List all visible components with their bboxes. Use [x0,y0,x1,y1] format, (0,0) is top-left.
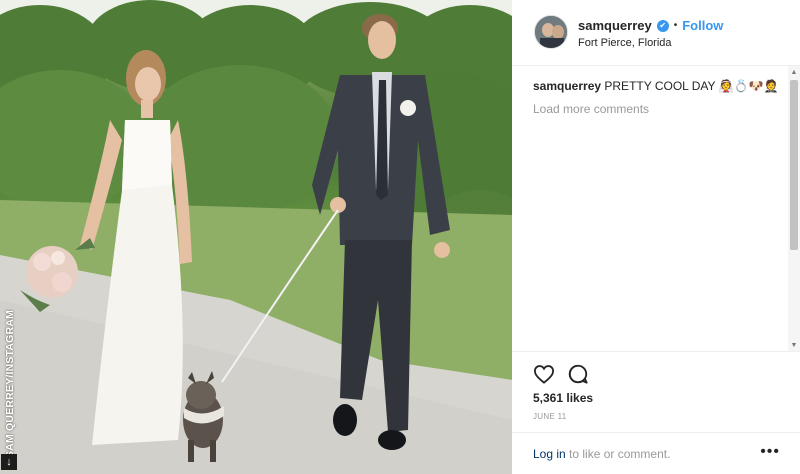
separator-dot: • [673,20,678,31]
post-sidebar: samquerrey ✔ • Follow Fort Pierce, Flori… [512,0,800,474]
location-link[interactable]: Fort Pierce, Florida [578,37,672,49]
login-prompt: Log in to like or comment. ••• [512,432,800,474]
wedding-scene [0,0,512,474]
post-header: samquerrey ✔ • Follow Fort Pierce, Flori… [512,0,800,66]
more-options-icon[interactable]: ••• [760,443,780,461]
comment-username[interactable]: samquerrey [533,79,601,93]
scroll-up-arrow-icon[interactable]: ▲ [788,66,800,78]
broadcaster-logo-icon: ↓ [1,454,17,470]
scroll-thumb[interactable] [790,80,798,250]
likes-count[interactable]: 5,361 likes [533,391,593,405]
username-link[interactable]: samquerrey [578,18,652,33]
comment-text: PRETTY COOL DAY 👰💍🐶🤵 [604,79,779,93]
comments-scrollbar[interactable]: ▲ ▼ [788,66,800,351]
verified-badge-icon: ✔ [656,19,669,32]
follow-button[interactable]: Follow [682,18,723,33]
caption-comment: samquerrey PRETTY COOL DAY 👰💍🐶🤵 [533,78,783,94]
post-photo[interactable]: SAM QUERREY/INSTAGRAM ↓ [0,0,512,474]
login-suffix-text: to like or comment. [569,447,671,461]
load-more-comments-button[interactable]: Load more comments [533,101,783,117]
heart-icon[interactable] [532,362,556,386]
comments-section: samquerrey PRETTY COOL DAY 👰💍🐶🤵 Load mor… [533,78,783,117]
login-link[interactable]: Log in [533,447,566,461]
post-actions: 5,361 likes JUNE 11 Log in to like or co… [512,351,800,474]
post-date[interactable]: JUNE 11 [533,412,567,421]
avatar[interactable] [534,15,568,49]
scroll-down-arrow-icon[interactable]: ▼ [788,339,800,351]
comment-bubble-icon[interactable] [566,362,590,386]
photo-credit-watermark: SAM QUERREY/INSTAGRAM [4,309,16,459]
